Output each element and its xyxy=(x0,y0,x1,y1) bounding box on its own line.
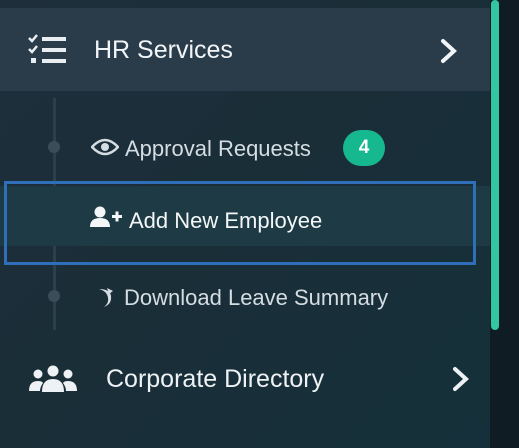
corporate-directory-label: Corporate Directory xyxy=(106,365,325,393)
sidebar-subitem-download-leave-summary[interactable]: Download Leave Summary xyxy=(0,268,490,328)
sidebar-nav: HR Services Approval Requests 4 Add New … xyxy=(0,0,490,448)
sidebar-subitem-approval-requests[interactable]: Approval Requests 4 xyxy=(0,118,490,178)
list-check-icon xyxy=(28,34,66,63)
user-plus-icon xyxy=(90,206,122,227)
sidebar-subitem-add-new-employee[interactable]: Add New Employee xyxy=(0,186,490,246)
chevron-right-icon xyxy=(441,39,457,63)
users-group-icon xyxy=(29,365,77,392)
download-leave-icon xyxy=(99,288,113,307)
approval-requests-label: Approval Requests xyxy=(125,136,311,161)
sidebar-item-hr-services[interactable]: HR Services xyxy=(0,8,490,91)
download-leave-summary-label: Download Leave Summary xyxy=(124,285,389,310)
approval-count-badge: 4 xyxy=(343,130,385,166)
scrollbar-thumb[interactable] xyxy=(491,0,499,330)
eye-icon xyxy=(91,138,119,156)
add-new-employee-label: Add New Employee xyxy=(129,208,323,233)
sidebar-item-corporate-directory[interactable]: Corporate Directory xyxy=(0,340,490,418)
sidebar-item-label: HR Services xyxy=(94,36,233,64)
chevron-right-icon xyxy=(453,367,469,391)
